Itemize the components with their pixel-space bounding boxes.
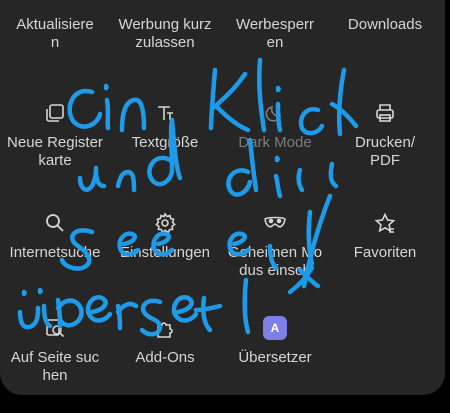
favorites-button[interactable]: Favoriten: [330, 200, 440, 305]
translator-label: Übersetzer: [238, 349, 312, 366]
star-icon: [372, 210, 398, 236]
print-label: Drucken/ PDF: [354, 134, 416, 169]
addons-button[interactable]: Add-Ons: [110, 305, 220, 395]
new-tab-label: Neue Registerkarte: [7, 134, 103, 169]
menu-grid: Aktualisiere n Werbung kurz zulassen Wer…: [0, 0, 440, 395]
dark-mode-button[interactable]: Dark Mode: [220, 90, 330, 200]
dark-mode-icon: [262, 100, 288, 126]
bottom-strip: [0, 395, 450, 413]
gear-icon: [152, 210, 178, 236]
text-size-icon: [152, 100, 178, 126]
allow-ads-label: Werbung kurz zulassen: [118, 16, 212, 51]
mask-icon: [262, 210, 288, 236]
favorites-label: Favoriten: [353, 244, 417, 261]
addons-icon: [152, 315, 178, 341]
browser-menu-panel: Aktualisiere n Werbung kurz zulassen Wer…: [0, 0, 445, 395]
reload-button[interactable]: Aktualisiere n: [0, 0, 110, 90]
empty-slot: [330, 305, 440, 395]
secret-mode-button[interactable]: Geheimen Modus einsch: [220, 200, 330, 305]
settings-label: Einstellungen: [119, 244, 211, 261]
addons-label: Add-Ons: [135, 349, 195, 366]
ad-block-label: Werbesperr en: [235, 16, 315, 51]
allow-ads-button[interactable]: Werbung kurz zulassen: [110, 0, 220, 90]
web-search-button[interactable]: Internetsuche: [0, 200, 110, 305]
translator-icon: A: [262, 315, 288, 341]
find-in-page-icon: [42, 315, 68, 341]
web-search-label: Internetsuche: [9, 244, 101, 261]
translator-badge: A: [263, 316, 287, 340]
settings-button[interactable]: Einstellungen: [110, 200, 220, 305]
print-button[interactable]: Drucken/ PDF: [330, 90, 440, 200]
find-in-page-label: Auf Seite suchen: [10, 349, 100, 384]
ad-block-button[interactable]: Werbesperr en: [220, 0, 330, 90]
translator-button[interactable]: A Übersetzer: [220, 305, 330, 395]
find-in-page-button[interactable]: Auf Seite suchen: [0, 305, 110, 395]
reload-label: Aktualisiere n: [16, 16, 94, 51]
text-size-label: Textgröße: [131, 134, 199, 151]
new-tab-button[interactable]: Neue Registerkarte: [0, 90, 110, 200]
search-icon: [42, 210, 68, 236]
downloads-label: Downloads: [347, 16, 423, 33]
text-size-button[interactable]: Textgröße: [110, 90, 220, 200]
new-tab-icon: [42, 100, 68, 126]
dark-mode-label: Dark Mode: [238, 134, 312, 151]
downloads-button[interactable]: Downloads: [330, 0, 440, 90]
secret-mode-label: Geheimen Modus einsch: [227, 244, 323, 279]
print-icon: [372, 100, 398, 126]
